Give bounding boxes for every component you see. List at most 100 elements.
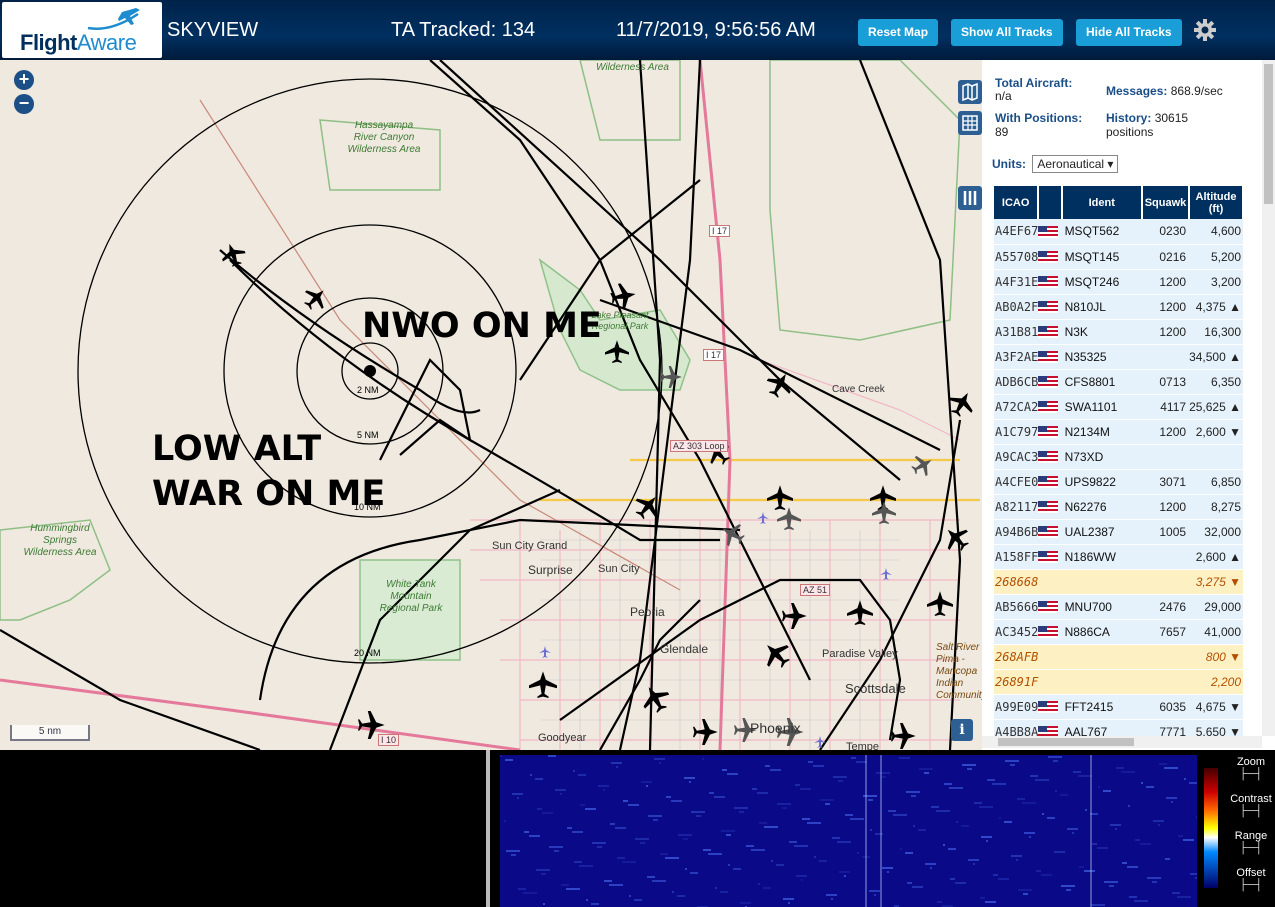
icao-cell: A55708 bbox=[994, 244, 1039, 270]
table-row[interactable]: 26891F 2,200 bbox=[994, 669, 1243, 695]
place-label: Tempe bbox=[846, 741, 880, 750]
us-flag-icon bbox=[1038, 276, 1059, 289]
columns-toggle-button[interactable] bbox=[958, 186, 982, 210]
grid-button[interactable] bbox=[958, 111, 982, 135]
zoom-in-button[interactable]: + bbox=[14, 70, 34, 90]
table-row[interactable]: ADB6CB CFS8801 0713 6,350 bbox=[994, 369, 1243, 395]
road-shield: AZ 303 Loop bbox=[670, 440, 728, 452]
panel-scrollbar-horizontal[interactable] bbox=[982, 736, 1262, 748]
table-row[interactable]: A1C797 N2134M 1200 2,600 ▼ bbox=[994, 419, 1243, 445]
total-aircraft-label: Total Aircraft: bbox=[995, 76, 1073, 90]
table-row[interactable]: AC3452 N886CA 7657 41,000 bbox=[994, 619, 1243, 645]
squawk-cell bbox=[1141, 669, 1190, 695]
table-row[interactable]: 268AFB 800 ▼ bbox=[994, 644, 1243, 670]
total-aircraft-value: n/a bbox=[995, 89, 1012, 103]
table-row[interactable]: A94B6B UAL2387 1005 32,000 bbox=[994, 519, 1243, 545]
squawk-cell: 1200 bbox=[1141, 419, 1190, 445]
altitude-cell: 2,600 ▲ bbox=[1189, 544, 1243, 570]
map-layer-button[interactable] bbox=[958, 80, 982, 104]
table-row[interactable]: A9CAC3 N73XD bbox=[994, 444, 1243, 470]
reset-map-button[interactable]: Reset Map bbox=[858, 19, 939, 46]
map-view[interactable]: Wilderness Area Hassayampa River Canyon … bbox=[0, 60, 982, 750]
waterfall-display[interactable] bbox=[500, 755, 1197, 907]
altitude-cell: 25,625 ▲ bbox=[1189, 394, 1243, 420]
icao-cell: A82117 bbox=[994, 494, 1039, 520]
top-bar: FlightAware SKYVIEW TA Tracked: 134 11/7… bbox=[0, 0, 1275, 60]
table-row[interactable]: AB5666 MNU700 2476 29,000 bbox=[994, 594, 1243, 620]
flag-cell bbox=[1038, 444, 1062, 470]
squawk-cell bbox=[1141, 344, 1190, 370]
table-row[interactable]: A55708 MSQT145 0216 5,200 bbox=[994, 244, 1243, 270]
flag-cell bbox=[1038, 469, 1062, 495]
squawk-cell: 7657 bbox=[1141, 619, 1190, 645]
pane-divider[interactable] bbox=[486, 750, 490, 907]
info-button[interactable]: i bbox=[951, 719, 973, 741]
table-row[interactable]: A4F31E MSQT246 1200 3,200 bbox=[994, 269, 1243, 295]
range-label: 20 NM bbox=[354, 648, 381, 658]
table-row[interactable]: A4CFE0 UPS9822 3071 6,850 bbox=[994, 469, 1243, 495]
us-flag-icon bbox=[1038, 626, 1059, 639]
flag-cell bbox=[1038, 369, 1062, 395]
ident-cell: N35325 bbox=[1061, 344, 1142, 370]
icao-cell: A4CFE0 bbox=[994, 469, 1039, 495]
icao-cell: 268668 bbox=[994, 569, 1039, 595]
datetime: 11/7/2019, 9:56:56 AM bbox=[616, 19, 816, 41]
gear-icon[interactable] bbox=[1193, 18, 1217, 42]
map-icon bbox=[962, 82, 978, 102]
altitude-cell: 6,850 bbox=[1189, 469, 1243, 495]
squawk-cell: 0713 bbox=[1141, 369, 1190, 395]
table-row[interactable]: A158FF N186WW 2,600 ▲ bbox=[994, 544, 1243, 570]
column-header[interactable] bbox=[1038, 186, 1063, 219]
place-label: Salt River Pima - Maricopa Indian Commun… bbox=[936, 642, 982, 701]
place-label: Sun City bbox=[598, 563, 640, 575]
map-canvas bbox=[0, 60, 980, 750]
zoom-out-button[interactable]: − bbox=[14, 94, 34, 114]
table-row[interactable]: 268668 3,275 ▼ bbox=[994, 569, 1243, 595]
table-row[interactable]: A99E09 FFT2415 6035 4,675 ▼ bbox=[994, 694, 1243, 720]
squawk-cell bbox=[1141, 569, 1190, 595]
scale-bar: 5 nm bbox=[10, 725, 90, 741]
place-label: Hummingbird Springs Wilderness Area bbox=[23, 523, 97, 558]
table-row[interactable]: A72CA2 SWA1101 4117 25,625 ▲ bbox=[994, 394, 1243, 420]
contrast-slider[interactable]: ├─┤ bbox=[1228, 805, 1274, 817]
icao-cell: A72CA2 bbox=[994, 394, 1039, 420]
flag-cell bbox=[1038, 594, 1062, 620]
table-row[interactable]: A3F2AE N35325 34,500 ▲ bbox=[994, 344, 1243, 370]
column-header[interactable]: Ident bbox=[1061, 186, 1143, 219]
table-row[interactable]: AB0A2F N810JL 1200 4,375 ▲ bbox=[994, 294, 1243, 320]
us-flag-icon bbox=[1038, 226, 1059, 239]
offset-slider[interactable]: ├─┤ bbox=[1228, 879, 1274, 891]
panel-scrollbar-vertical[interactable] bbox=[1262, 60, 1275, 736]
table-row[interactable]: A31B81 N3K 1200 16,300 bbox=[994, 319, 1243, 345]
units-select[interactable]: Aeronautical ▾ bbox=[1032, 155, 1119, 173]
flightaware-logo[interactable]: FlightAware bbox=[2, 2, 162, 58]
altitude-cell: 41,000 bbox=[1189, 619, 1243, 645]
column-header[interactable]: ICAO bbox=[994, 186, 1040, 219]
icao-cell: A31B81 bbox=[994, 319, 1039, 345]
flag-cell bbox=[1038, 694, 1062, 720]
table-row[interactable]: A82117 N62276 1200 8,275 bbox=[994, 494, 1243, 520]
altitude-cell: 5,200 bbox=[1189, 244, 1243, 270]
altitude-cell: 34,500 ▲ bbox=[1189, 344, 1243, 370]
icao-cell: A1C797 bbox=[994, 419, 1039, 445]
hide-all-tracks-button[interactable]: Hide All Tracks bbox=[1076, 19, 1182, 46]
zoom-slider[interactable]: ├─┤ bbox=[1228, 768, 1274, 780]
column-header[interactable]: Altitude (ft) bbox=[1189, 186, 1244, 219]
table-row[interactable]: A4EF67 MSQT562 0230 4,600 bbox=[994, 219, 1243, 245]
ident-cell bbox=[1061, 569, 1142, 595]
altitude-cell: 800 ▼ bbox=[1189, 644, 1243, 670]
road-shield: I 10 bbox=[378, 734, 400, 746]
altitude-cell bbox=[1189, 444, 1243, 470]
squawk-cell: 2476 bbox=[1141, 594, 1190, 620]
column-header[interactable]: Squawk bbox=[1141, 186, 1191, 219]
icao-cell: A94B6B bbox=[994, 519, 1039, 545]
show-all-tracks-button[interactable]: Show All Tracks bbox=[951, 19, 1063, 46]
place-label: Wilderness Area bbox=[596, 62, 669, 73]
flag-cell bbox=[1038, 619, 1062, 645]
road-shield: I 17 bbox=[703, 349, 725, 361]
ident-cell: MNU700 bbox=[1061, 594, 1142, 620]
altitude-cell: 16,300 bbox=[1189, 319, 1243, 345]
altitude-cell: 6,350 bbox=[1189, 369, 1243, 395]
us-flag-icon bbox=[1038, 701, 1059, 714]
range-slider[interactable]: ├─┤ bbox=[1228, 842, 1274, 854]
